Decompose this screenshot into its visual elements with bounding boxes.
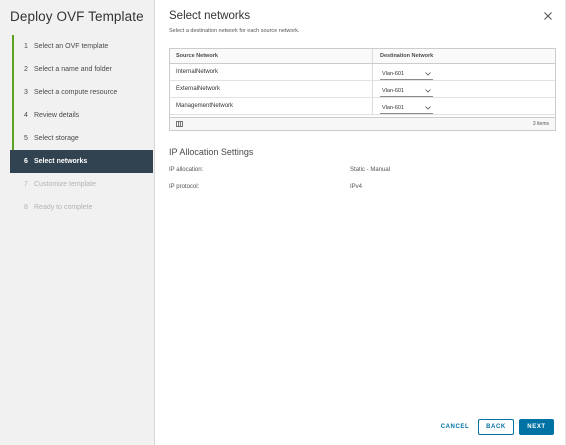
ip-allocation-label: IP allocation:	[169, 167, 204, 173]
destination-network-cell: Vlan-601	[372, 98, 555, 114]
ip-protocol-row: IP protocol: IPv4	[169, 184, 469, 190]
step-label: Select networks	[34, 158, 88, 165]
column-toggle-icon[interactable]	[176, 121, 183, 127]
column-header-destination-network[interactable]: Destination Network	[372, 49, 555, 63]
grid-footer: 3 items	[170, 117, 555, 130]
grid-item-count: 3 items	[532, 121, 549, 127]
back-button[interactable]: BACK	[478, 419, 514, 435]
step-number: 3	[24, 89, 28, 96]
step-label: Review details	[34, 112, 80, 119]
source-network-cell: ExternalNetwork	[176, 86, 221, 92]
step-number: 1	[24, 43, 28, 50]
select-value: Vlan-601	[382, 104, 405, 111]
step-label: Select a compute resource	[34, 89, 118, 96]
wizard-sidebar: Deploy OVF Template 1 Select an OVF temp…	[0, 0, 155, 445]
close-icon[interactable]	[543, 11, 553, 21]
networks-grid: Source Network Destination Network Inter…	[169, 48, 556, 131]
step-number: 6	[24, 158, 28, 165]
destination-network-select[interactable]: Vlan-601	[380, 86, 433, 97]
source-network-cell: InternalNetwork	[176, 69, 219, 75]
step-label: Select storage	[34, 135, 79, 142]
deploy-ovf-wizard: Deploy OVF Template 1 Select an OVF temp…	[0, 0, 566, 445]
page-title: Select networks	[169, 10, 251, 22]
step-select-compute-resource[interactable]: 3 Select a compute resource	[12, 81, 153, 104]
step-label: Select an OVF template	[34, 43, 109, 50]
step-number: 5	[24, 135, 28, 142]
step-review-details[interactable]: 4 Review details	[12, 104, 153, 127]
ip-protocol-value: IPv4	[350, 184, 363, 190]
ip-protocol-label: IP protocol:	[169, 184, 200, 190]
next-button[interactable]: NEXT	[519, 419, 554, 435]
step-select-storage[interactable]: 5 Select storage	[12, 127, 153, 150]
step-select-name-folder[interactable]: 2 Select a name and folder	[12, 58, 153, 81]
chevron-down-icon	[425, 71, 431, 76]
grid-header: Source Network Destination Network	[170, 49, 555, 64]
table-row: InternalNetwork Vlan-601	[170, 64, 555, 81]
step-number: 4	[24, 112, 28, 119]
step-label: Customize template	[34, 181, 96, 188]
select-value: Vlan-601	[382, 70, 405, 77]
step-select-networks[interactable]: 6 Select networks	[10, 150, 153, 173]
step-number: 7	[24, 181, 28, 188]
cancel-button[interactable]: CANCEL	[438, 419, 472, 435]
ip-allocation-settings-title: IP Allocation Settings	[169, 147, 254, 157]
wizard-content: Select networks Select a destination net…	[155, 0, 565, 445]
step-label: Select a name and folder	[34, 66, 112, 73]
step-select-ovf-template[interactable]: 1 Select an OVF template	[12, 35, 153, 58]
destination-network-cell: Vlan-601	[372, 81, 555, 97]
chevron-down-icon	[425, 105, 431, 110]
ip-allocation-row: IP allocation: Static - Manual	[169, 167, 469, 173]
wizard-steps: 1 Select an OVF template 2 Select a name…	[10, 35, 153, 219]
table-row: ExternalNetwork Vlan-601	[170, 81, 555, 98]
destination-network-select[interactable]: Vlan-601	[380, 69, 433, 80]
step-ready-to-complete: 8 Ready to complete	[12, 196, 153, 219]
column-header-source-network[interactable]: Source Network	[170, 49, 372, 63]
step-number: 2	[24, 66, 28, 73]
chevron-down-icon	[425, 88, 431, 93]
source-network-cell: ManagementNetwork	[176, 103, 234, 109]
step-number: 8	[24, 204, 28, 211]
wizard-title: Deploy OVF Template	[10, 9, 144, 24]
page-subtitle: Select a destination network for each so…	[169, 28, 300, 34]
table-row: ManagementNetwork Vlan-601	[170, 98, 555, 115]
destination-network-select[interactable]: Vlan-601	[380, 103, 433, 114]
select-value: Vlan-601	[382, 87, 405, 94]
destination-network-cell: Vlan-601	[372, 64, 555, 80]
step-customize-template: 7 Customize template	[12, 173, 153, 196]
step-label: Ready to complete	[34, 204, 93, 211]
ip-allocation-value: Static - Manual	[350, 167, 391, 173]
